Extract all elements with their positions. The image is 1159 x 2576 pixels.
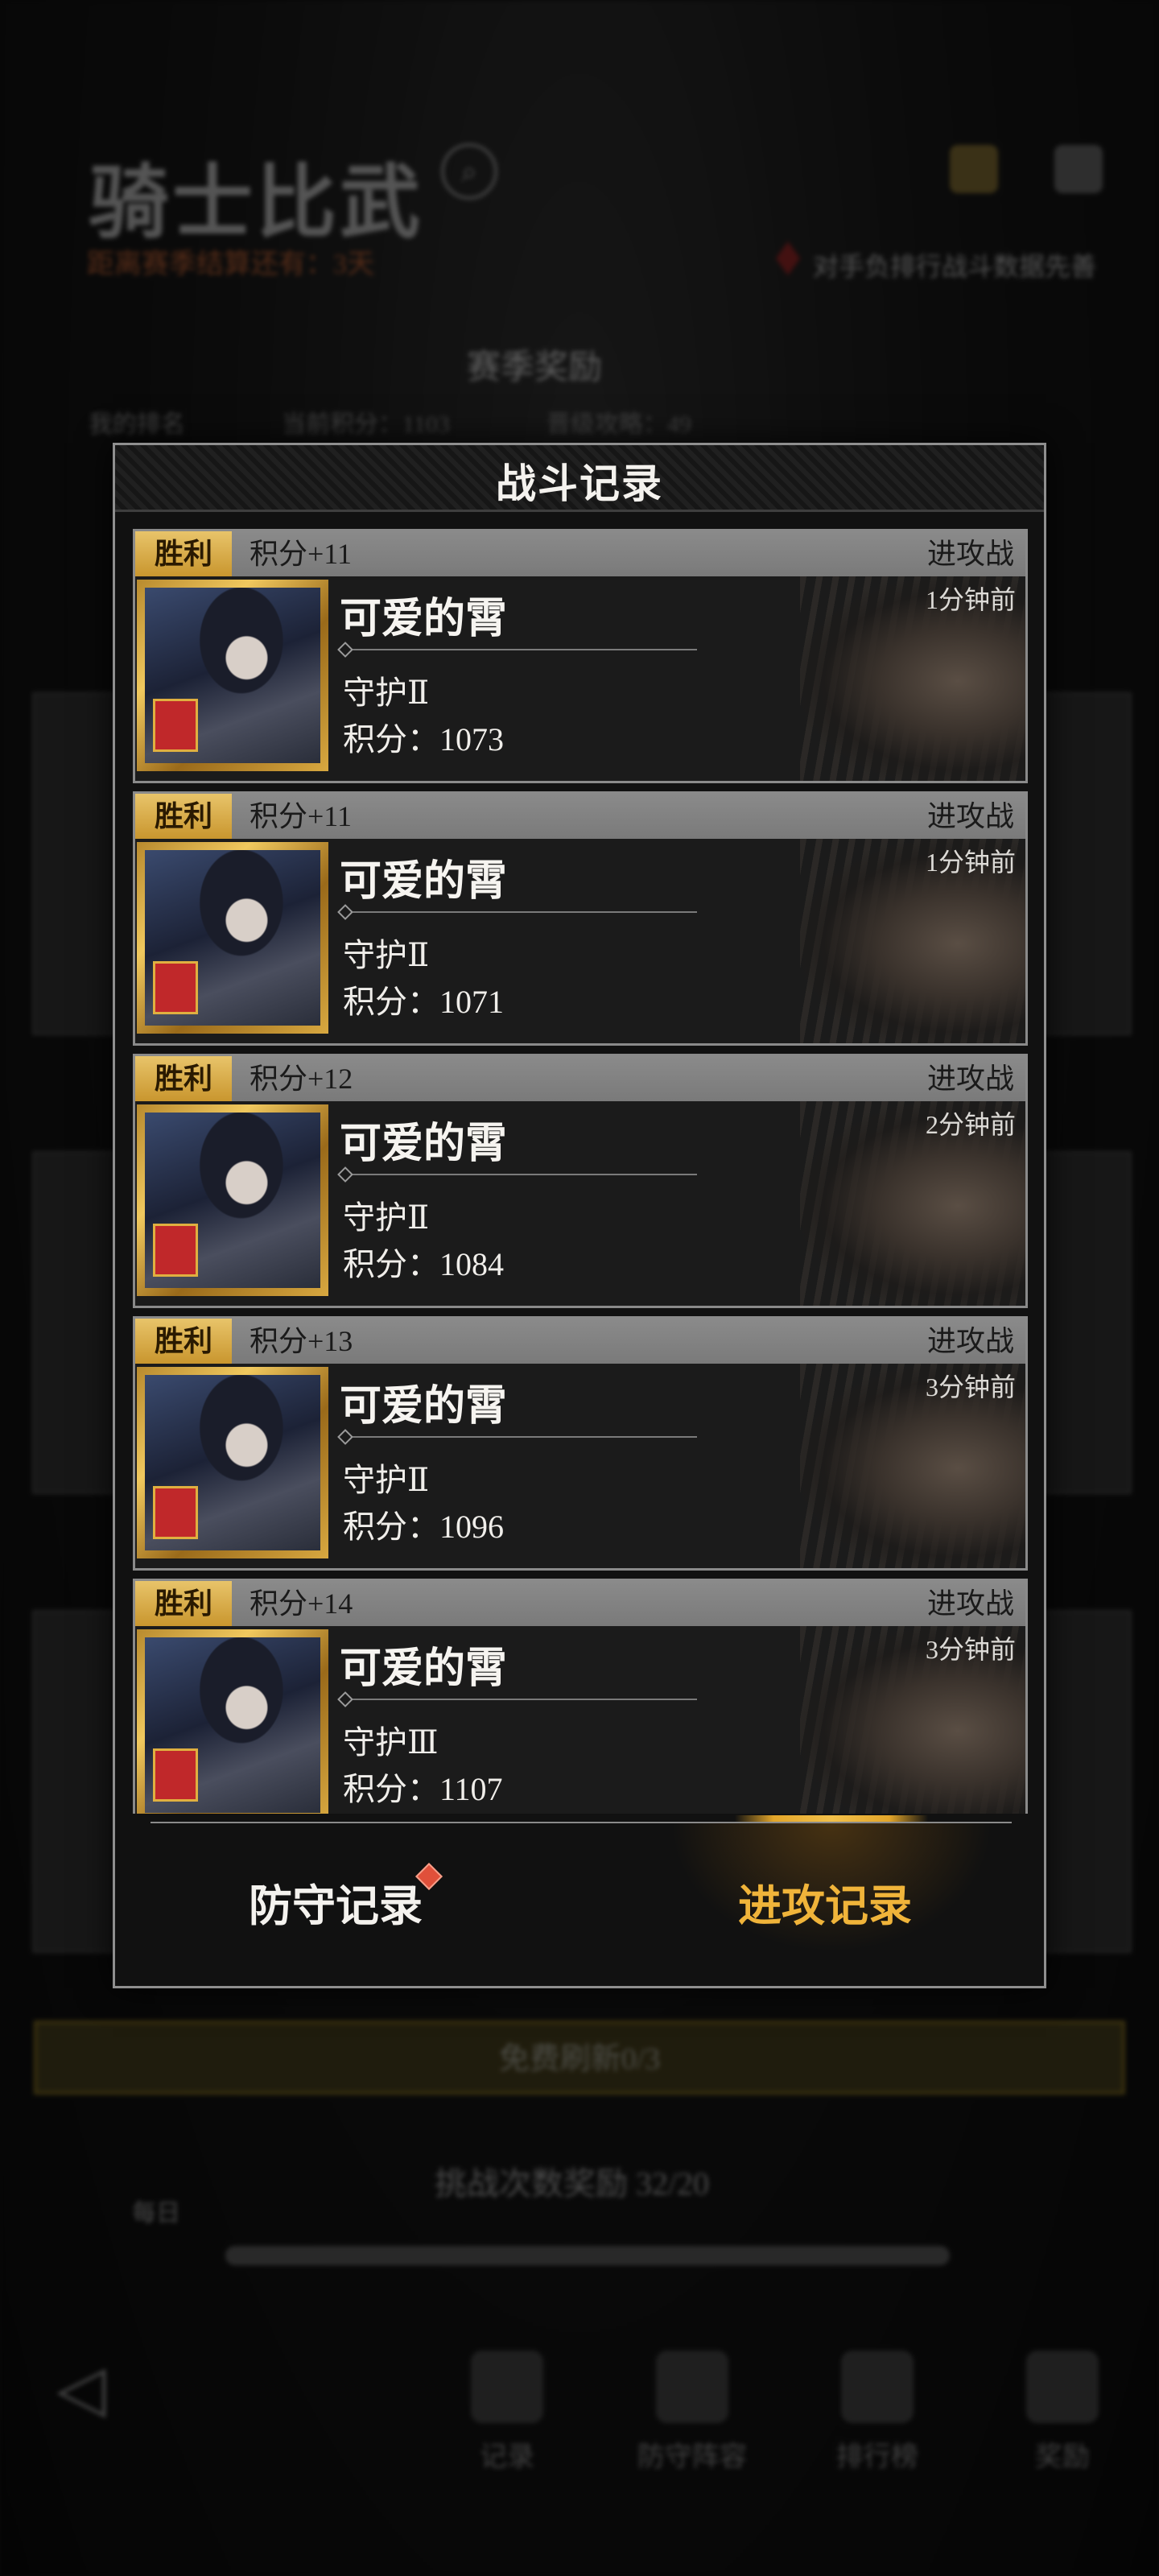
- battle-type: 进攻战: [926, 800, 1014, 832]
- record-item[interactable]: 胜利 积分+14 进攻战 可爱的霄 守护Ⅲ 积分：1107 3分钟前: [133, 1579, 1028, 1814]
- divider: [343, 649, 697, 650]
- battle-record-dialog: 战斗记录 胜利 积分+11 进攻战 可爱的霄 守护Ⅱ 积分：1073 1分钟前 …: [113, 443, 1046, 1988]
- score-change: 积分+12: [250, 1063, 353, 1095]
- record-header: 胜利 积分+12 进攻战: [135, 1056, 1025, 1101]
- opponent-points: 积分：1071: [343, 984, 504, 1020]
- result-badge: 胜利: [135, 1056, 232, 1101]
- opponent-name: 可爱的霄: [340, 1384, 508, 1430]
- score-change: 积分+13: [250, 1325, 353, 1357]
- avatar[interactable]: [137, 580, 328, 771]
- tab-defense-records[interactable]: 防守记录: [249, 1870, 423, 1934]
- record-item[interactable]: 胜利 积分+11 进攻战 可爱的霄 守护Ⅱ 积分：1073 1分钟前: [133, 529, 1028, 783]
- battle-type: 进攻战: [926, 1325, 1014, 1357]
- record-list[interactable]: 胜利 积分+11 进攻战 可爱的霄 守护Ⅱ 积分：1073 1分钟前 胜利 积分…: [133, 529, 1028, 1814]
- tab-attack-records[interactable]: 进攻记录: [738, 1870, 912, 1934]
- avatar[interactable]: [137, 1629, 328, 1814]
- divider: [343, 911, 697, 913]
- record-body: 可爱的霄 守护Ⅱ 积分：1071 1分钟前: [135, 839, 1025, 1043]
- record-time: 3分钟前: [925, 1373, 1016, 1402]
- record-item[interactable]: 胜利 积分+12 进攻战 可爱的霄 守护Ⅱ 积分：1084 2分钟前: [133, 1054, 1028, 1308]
- record-time: 2分钟前: [925, 1110, 1016, 1139]
- avatar[interactable]: [137, 1367, 328, 1558]
- record-body: 可爱的霄 守护Ⅱ 积分：1084 2分钟前: [135, 1101, 1025, 1306]
- record-body: 可爱的霄 守护Ⅲ 积分：1107 3分钟前: [135, 1626, 1025, 1814]
- battle-type: 进攻战: [926, 1587, 1014, 1620]
- divider: [343, 1436, 697, 1438]
- record-time: 3分钟前: [925, 1635, 1016, 1664]
- opponent-name: 可爱的霄: [340, 1646, 508, 1692]
- battle-type: 进攻战: [926, 538, 1014, 570]
- battle-type: 进攻战: [926, 1063, 1014, 1095]
- avatar-image: [145, 588, 320, 763]
- record-header: 胜利 积分+14 进攻战: [135, 1581, 1025, 1626]
- avatar-image: [145, 850, 320, 1026]
- opponent-rank: 守护Ⅱ: [343, 675, 430, 711]
- divider: [343, 1174, 697, 1175]
- opponent-name: 可爱的霄: [340, 597, 508, 642]
- active-tab-indicator: [735, 1815, 928, 1822]
- opponent-rank: 守护Ⅱ: [343, 1462, 430, 1498]
- score-change: 积分+14: [250, 1587, 353, 1620]
- avatar-image: [145, 1375, 320, 1550]
- record-time: 1分钟前: [925, 848, 1016, 877]
- record-time: 1分钟前: [925, 585, 1016, 614]
- avatar[interactable]: [137, 842, 328, 1034]
- dialog-header: 战斗记录: [115, 445, 1044, 512]
- result-badge: 胜利: [135, 1581, 232, 1626]
- result-badge: 胜利: [135, 794, 232, 839]
- record-header: 胜利 积分+11 进攻战: [135, 531, 1025, 576]
- opponent-rank: 守护Ⅲ: [343, 1724, 439, 1761]
- opponent-points: 积分：1073: [343, 721, 504, 758]
- opponent-name: 可爱的霄: [340, 1121, 508, 1167]
- record-header: 胜利 积分+11 进攻战: [135, 794, 1025, 839]
- opponent-points: 积分：1084: [343, 1246, 504, 1282]
- record-header: 胜利 积分+13 进攻战: [135, 1319, 1025, 1364]
- opponent-rank: 守护Ⅱ: [343, 937, 430, 973]
- record-item[interactable]: 胜利 积分+11 进攻战 可爱的霄 守护Ⅱ 积分：1071 1分钟前: [133, 791, 1028, 1046]
- dialog-title: 战斗记录: [496, 461, 663, 506]
- record-body: 可爱的霄 守护Ⅱ 积分：1073 1分钟前: [135, 576, 1025, 781]
- record-body: 可爱的霄 守护Ⅱ 积分：1096 3分钟前: [135, 1364, 1025, 1568]
- opponent-points: 积分：1107: [343, 1771, 503, 1807]
- record-item[interactable]: 胜利 积分+13 进攻战 可爱的霄 守护Ⅱ 积分：1096 3分钟前: [133, 1316, 1028, 1571]
- opponent-name: 可爱的霄: [340, 859, 508, 905]
- score-change: 积分+11: [250, 800, 352, 832]
- avatar-image: [145, 1113, 320, 1288]
- opponent-points: 积分：1096: [343, 1509, 504, 1545]
- result-badge: 胜利: [135, 1319, 232, 1364]
- avatar-image: [145, 1637, 320, 1813]
- opponent-rank: 守护Ⅱ: [343, 1199, 430, 1236]
- score-change: 积分+11: [250, 538, 352, 570]
- result-badge: 胜利: [135, 531, 232, 576]
- avatar[interactable]: [137, 1104, 328, 1296]
- divider: [343, 1699, 697, 1700]
